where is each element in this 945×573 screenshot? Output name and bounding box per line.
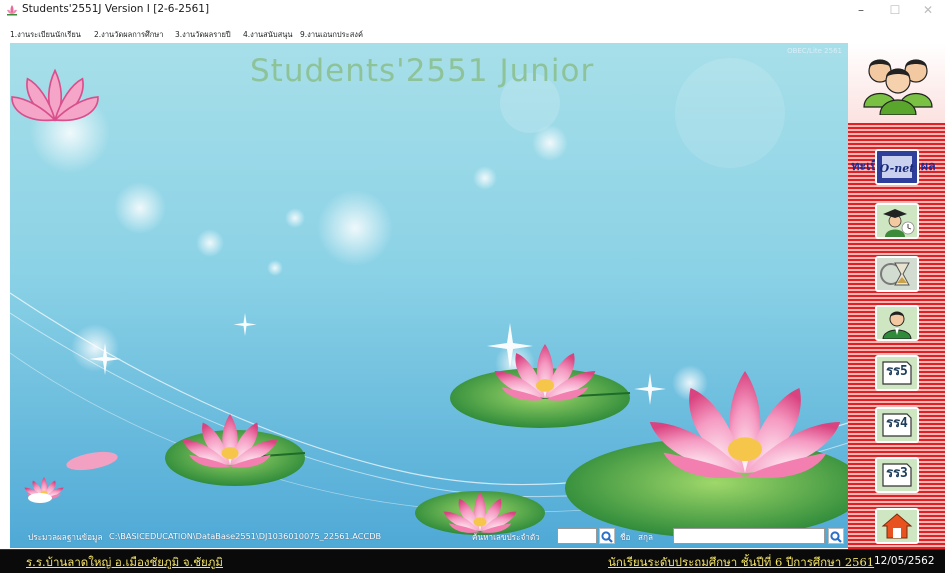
ror3-label: รร3 — [886, 466, 908, 481]
search-icon — [830, 531, 842, 543]
teacher-icon — [877, 307, 917, 339]
main-canvas: Students'2551 Junior OBEC/Lite 2561 ประม… — [10, 43, 848, 548]
bottom-status-bar: ร.ร.บ้านลาดใหญ่ อ.เมืองชัยภูมิ จ.ชัยภูมิ… — [0, 549, 945, 573]
onet-icon: O-net — [877, 151, 917, 183]
minimize-button[interactable]: – — [844, 0, 878, 21]
menu-student-records[interactable]: 1.งานระเบียนนักเรียน — [10, 29, 81, 41]
graduate-button[interactable] — [875, 203, 919, 239]
ror5-button[interactable]: รร5 — [875, 355, 919, 391]
hourglass-icon — [877, 258, 917, 290]
lotus-app-icon — [7, 5, 17, 16]
id-search-label: ค้นหาเลขประจำตัว — [472, 532, 540, 542]
ror4-label: รร4 — [886, 416, 908, 431]
current-date: 12/05/2562 — [874, 555, 935, 567]
students-group-icon — [863, 59, 933, 115]
ror5-label: รร5 — [886, 364, 908, 379]
name-label: ชื่อ — [620, 532, 631, 542]
search-name-button[interactable] — [828, 528, 844, 544]
name-search-input[interactable] — [673, 528, 825, 544]
maximize-button[interactable]: ☐ — [878, 0, 912, 21]
db-path: C:\BASICEDUCATION\DataBase2551\DJ1036010… — [109, 531, 382, 541]
title-bar: Students'2551J Version I [2-6-2561] – ☐ … — [0, 0, 945, 21]
menu-bar: 1.งานระเบียนนักเรียน 2.งานวัดผลการศึกษา … — [0, 21, 945, 43]
home-icon — [877, 510, 917, 542]
onet-button[interactable]: O-net — [875, 149, 919, 185]
version-watermark: OBEC/Lite 2561 — [787, 47, 842, 55]
teacher-button[interactable] — [875, 305, 919, 341]
window-title: Students'2551J Version I [2-6-2561] — [22, 3, 210, 15]
student-id-input[interactable] — [557, 528, 597, 544]
onet-button-label: O-net — [880, 162, 915, 175]
home-button[interactable] — [875, 508, 919, 544]
ror4-button[interactable]: รร4 — [875, 407, 919, 443]
menu-support[interactable]: 4.งานสนับสนุน — [243, 29, 292, 41]
class-level: นักเรียนระดับประถมศึกษา ชั้นปีที่ 6 ปีกา… — [608, 555, 875, 569]
db-label: ประมวลผลฐานข้อมูล — [28, 532, 103, 542]
right-sidebar: ทะเบียน&วัดผล O-net — [848, 43, 945, 549]
ror3-button[interactable]: รร3 — [875, 457, 919, 493]
app-heading: Students'2551 Junior — [250, 53, 595, 89]
search-status-row: ประมวลผลฐานข้อมูล C:\BASICEDUCATION\Data… — [10, 526, 848, 548]
graduate-icon — [877, 205, 917, 237]
school-name: ร.ร.บ้านลาดใหญ่ อ.เมืองชัยภูมิ จ.ชัยภูมิ — [26, 555, 223, 569]
search-icon — [601, 531, 613, 543]
close-button[interactable]: ✕ — [911, 0, 945, 21]
menu-annual-assessment[interactable]: 3.งานวัดผลรายปี — [175, 29, 231, 41]
menu-utilities[interactable]: 9.งานเอนกประสงค์ — [300, 29, 363, 41]
menu-assessment[interactable]: 2.งานวัดผลการศึกษา — [94, 29, 163, 41]
surname-label: สกุล — [638, 532, 653, 542]
search-id-button[interactable] — [599, 528, 615, 544]
lotus-pond-background — [10, 43, 848, 548]
hourglass-button[interactable] — [875, 256, 919, 292]
